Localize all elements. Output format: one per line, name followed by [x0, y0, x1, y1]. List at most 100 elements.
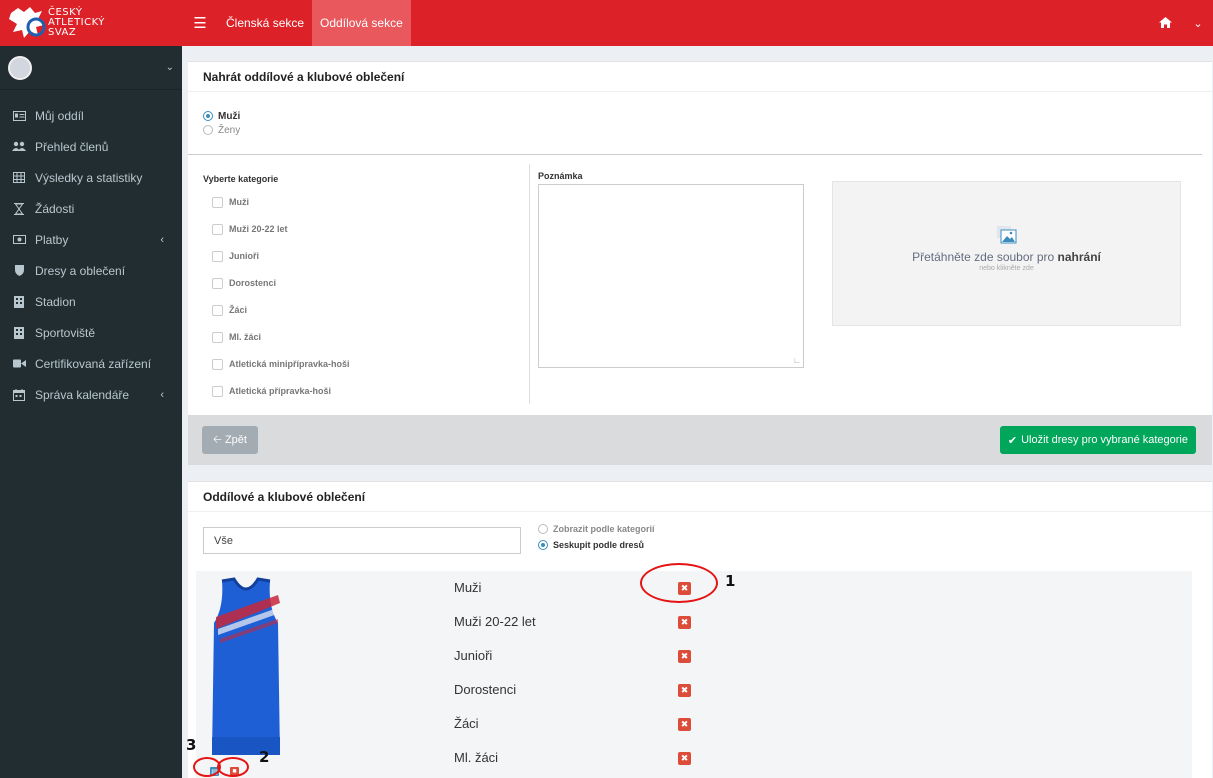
top-right-controls: ⌄ — [1147, 16, 1213, 31]
sidebar-item-label: Žádosti — [35, 201, 75, 216]
chevron-left-icon: ‹ — [160, 388, 164, 401]
clothing-panel-title: Oddílové a klubové oblečení — [188, 482, 1212, 512]
dropzone-bold-text: nahrání — [1057, 250, 1101, 264]
jersey-image[interactable] — [208, 577, 284, 755]
checkbox-label: Dorostenci — [229, 278, 277, 288]
sidebar-item-label: Dresy a oblečení — [35, 263, 126, 278]
checkbox[interactable] — [212, 358, 223, 370]
home-icon[interactable] — [1147, 16, 1183, 31]
checkbox[interactable] — [212, 250, 223, 262]
top-navbar: ☰ Členská sekce Oddílová sekce ⌄ — [182, 0, 1213, 46]
radio-button-selected[interactable] — [203, 111, 213, 121]
remove-category-icon[interactable]: ✖ — [678, 684, 691, 697]
filter-input[interactable] — [203, 527, 521, 554]
save-jerseys-button[interactable]: ✔ Uložit dresy pro vybrané kategorie — [999, 426, 1196, 454]
checkbox-category[interactable]: Žáci — [212, 304, 247, 316]
checkbox[interactable] — [212, 196, 223, 208]
annotation-number-1: 1 — [725, 572, 736, 590]
sidebar-item-prehled-clenu[interactable]: Přehled členů — [0, 131, 182, 162]
annotation-circle-2 — [217, 757, 249, 777]
checkbox[interactable] — [212, 385, 223, 397]
remove-category-icon[interactable]: ✖ — [678, 616, 691, 629]
checkbox-category[interactable]: Atletická přípravka-hoši — [212, 385, 331, 397]
tab-clenska-sekce[interactable]: Členská sekce — [218, 0, 312, 46]
assigned-category-label: Muži — [454, 580, 482, 595]
radio-label: Zobrazit podle kategorií — [553, 524, 655, 534]
checkbox[interactable] — [212, 223, 223, 235]
chevron-down-icon[interactable]: ⌄ — [1183, 17, 1213, 30]
sidebar-item-certifikovana[interactable]: Certifikovaná zařízení — [0, 348, 182, 379]
assigned-category-label: Muži 20-22 let — [454, 614, 536, 629]
sidebar-item-zadosti[interactable]: Žádosti — [0, 193, 182, 224]
checkbox-category[interactable]: Dorostenci — [212, 277, 276, 289]
radio-zobrazit-podle-kategorii[interactable]: Zobrazit podle kategorií — [538, 522, 655, 536]
note-label: Poznámka — [538, 171, 583, 181]
user-panel[interactable]: ⌄ — [0, 46, 182, 90]
users-icon — [12, 141, 26, 153]
arrow-left-icon: 🡠 — [213, 433, 222, 446]
checkbox-category[interactable]: Junioři — [212, 250, 259, 262]
sidebar-item-dresy[interactable]: Dresy a oblečení — [0, 255, 182, 286]
sidebar-item-label: Správa kalendáře — [35, 387, 130, 402]
avatar[interactable] — [8, 55, 32, 80]
sidebar-item-label: Platby — [35, 232, 69, 247]
remove-category-icon[interactable]: ✖ — [678, 718, 691, 731]
radio-zeny[interactable]: Ženy — [203, 123, 240, 137]
sidebar-item-label: Sportoviště — [35, 325, 96, 340]
back-button-label: Zpět — [224, 434, 247, 446]
checkbox-category[interactable]: Muži — [212, 196, 249, 208]
checkbox[interactable] — [212, 277, 223, 289]
id-card-icon — [12, 110, 26, 122]
checkbox[interactable] — [212, 304, 223, 316]
checkbox-label: Muži — [229, 197, 249, 207]
calendar-icon — [12, 388, 26, 401]
checkbox[interactable] — [212, 331, 223, 343]
image-upload-icon — [833, 226, 1180, 244]
remove-category-icon[interactable]: ✖ — [678, 752, 691, 765]
radio-button[interactable] — [538, 524, 548, 534]
annotation-circle-1 — [640, 563, 718, 603]
video-camera-icon — [12, 358, 26, 370]
radio-muzi[interactable]: Muži — [203, 109, 240, 123]
sidebar-item-platby[interactable]: Platby ‹ — [0, 224, 182, 255]
remove-category-icon[interactable]: ✖ — [678, 650, 691, 663]
divider — [188, 154, 1202, 155]
clothing-panel: Oddílové a klubové oblečení Zobrazit pod… — [188, 481, 1212, 778]
back-button[interactable]: 🡠 Zpět — [202, 426, 258, 454]
radio-label: Ženy — [218, 124, 241, 136]
building-icon — [12, 295, 26, 308]
tab-oddilova-sekce[interactable]: Oddílová sekce — [312, 0, 411, 46]
sidebar-item-muj-oddil[interactable]: Můj oddíl — [0, 100, 182, 131]
view-mode-radio-group: Zobrazit podle kategorií Seskupit podle … — [524, 522, 655, 552]
upload-panel-footer: 🡠 Zpět ✔ Uložit dresy pro vybrané katego… — [188, 415, 1212, 465]
sidebar-item-vysledky[interactable]: Výsledky a statistiky — [0, 162, 182, 193]
checkbox-label: Muži 20-22 let — [229, 224, 288, 234]
assigned-category-label: Žáci — [454, 716, 479, 731]
checkbox-category[interactable]: Muži 20-22 let — [212, 223, 288, 235]
checkbox-category[interactable]: Atletická minipřípravka-hoši — [212, 358, 350, 370]
dropzone-text: Přetáhněte zde soubor pro nahrání — [833, 250, 1180, 264]
radio-seskupit-podle-dresu[interactable]: Seskupit podle dresů — [538, 538, 655, 552]
checkbox-label: Atletická minipřípravka-hoši — [229, 359, 350, 369]
upload-panel: Nahrát oddílové a klubové oblečení Muži … — [188, 61, 1212, 465]
annotation-number-3: 3 — [186, 736, 197, 754]
hourglass-icon — [12, 202, 26, 215]
radio-button[interactable] — [203, 125, 213, 135]
assigned-category-label: Dorostenci — [454, 682, 517, 697]
radio-button-selected[interactable] — [538, 540, 548, 550]
checkbox-label: Junioři — [229, 251, 260, 261]
file-dropzone[interactable]: Přetáhněte zde soubor pro nahrání nebo k… — [832, 181, 1181, 326]
sidebar-item-label: Certifikovaná zařízení — [35, 356, 152, 371]
upload-panel-title: Nahrát oddílové a klubové oblečení — [188, 62, 1212, 92]
brand-logo[interactable]: ČESKÝ ATLETICKÝ SVAZ — [0, 0, 182, 46]
resize-handle-icon[interactable]: ∟ — [793, 356, 801, 365]
sidebar-item-stadion[interactable]: Stadion — [0, 286, 182, 317]
sidebar-item-label: Výsledky a statistiky — [35, 170, 143, 185]
checkbox-label: Žáci — [229, 305, 248, 315]
checkbox-category[interactable]: Ml. žáci — [212, 331, 261, 343]
chevron-down-icon[interactable]: ⌄ — [166, 62, 174, 73]
hamburger-icon[interactable]: ☰ — [182, 0, 218, 46]
note-textarea[interactable]: ∟ — [538, 184, 804, 368]
sidebar-item-kalendar[interactable]: Správa kalendáře ‹ — [0, 379, 182, 410]
sidebar-item-sportoviste[interactable]: Sportoviště — [0, 317, 182, 348]
